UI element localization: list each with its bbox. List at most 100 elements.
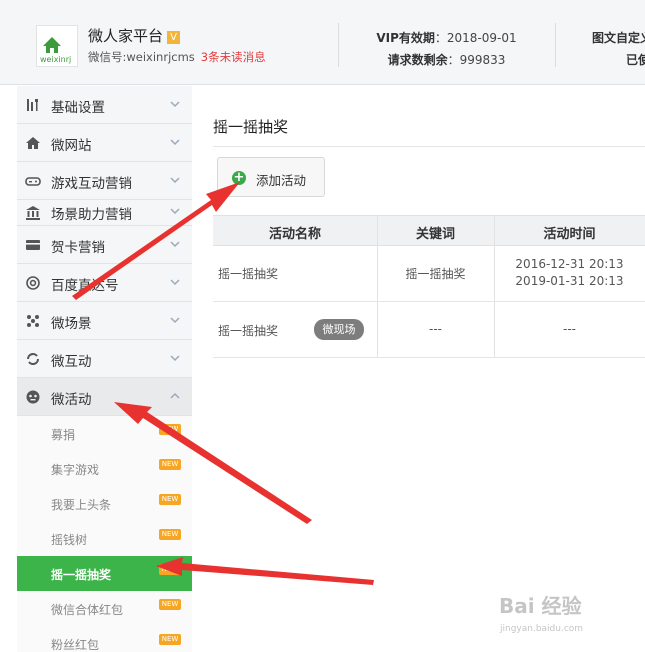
divider xyxy=(213,146,645,147)
watermark: Bai 经验 xyxy=(499,594,582,618)
sidebar-subitem-money-tree[interactable]: 摇钱树 NEW xyxy=(17,521,192,556)
sidebar-item-greeting-card[interactable]: 贺卡营销 xyxy=(17,226,192,264)
header-divider xyxy=(555,23,556,67)
refresh-icon xyxy=(25,351,41,367)
add-activity-label: 添加活动 xyxy=(256,173,307,188)
sidebar-item-label: 微活动 xyxy=(51,392,92,408)
column-header-keyword: 关键词 xyxy=(415,227,455,242)
bank-icon xyxy=(25,205,41,221)
gamepad-icon xyxy=(25,173,41,189)
at-icon xyxy=(25,275,41,291)
requests-remaining-label: 请求数剩余 xyxy=(387,53,448,67)
sidebar-item-baidu-direct[interactable]: 百度直达号 xyxy=(17,264,192,302)
vip-expiry-label: VIP有效期 xyxy=(376,31,435,45)
sidebar-subitem-label: 微信合体红包 xyxy=(51,603,124,617)
new-badge: NEW xyxy=(159,529,181,540)
sidebar-subitem-fan-red-packet[interactable]: 粉丝红包 NEW xyxy=(17,626,192,652)
vip-expiry: VIP有效期：2018-09-01 xyxy=(338,29,555,46)
sidebar-subitem-label: 募捐 xyxy=(51,428,76,442)
table-header: 活动名称 关键词 活动时间 xyxy=(213,215,645,246)
app-window: weixinrj 微人家平台 V 微信号:weixinrjcms 3条未读消息 VI… xyxy=(0,0,645,652)
cell-activity-name: 摇一摇抽奖 xyxy=(218,324,279,338)
table-row[interactable]: 摇一摇抽奖 摇一摇抽奖 2016-12-31 20:13 2019-01-31 … xyxy=(213,246,645,302)
column-header-name: 活动名称 xyxy=(268,227,321,242)
custom-reply-label: 图文自定义 xyxy=(592,31,645,45)
sidebar-item-label: 微互动 xyxy=(51,354,92,370)
sidebar-item-label: 场景助力营销 xyxy=(51,207,132,223)
sidebar-item-micro-scene[interactable]: 微场景 xyxy=(17,302,192,340)
cell-activity-name: 摇一摇抽奖 xyxy=(218,267,279,281)
sidebar-subitem-shake-lottery[interactable]: 摇一摇抽奖 NEW xyxy=(17,556,192,591)
new-badge: NEW xyxy=(159,634,181,645)
custom-reply-used: 已使 xyxy=(626,53,645,67)
requests-remaining: 请求数剩余：999833 xyxy=(338,51,555,68)
sidebar-item-label: 游戏互动营销 xyxy=(51,176,132,192)
sidebar-subitem-label: 我要上头条 xyxy=(51,498,112,512)
main-content: 摇一摇抽奖 + 添加活动 活动名称 关键词 活动时间 摇一摇抽奖 摇一摇抽奖 2… xyxy=(193,86,645,652)
new-badge: NEW xyxy=(159,459,181,470)
chevron-down-icon xyxy=(170,101,180,108)
sidebar-subitem-label: 摇一摇抽奖 xyxy=(51,568,112,582)
chevron-down-icon xyxy=(170,208,180,215)
brand-name-text: 微人家平台 xyxy=(88,27,164,45)
sidebar-item-label: 基础设置 xyxy=(51,100,105,116)
sidebar-item-game-marketing[interactable]: 游戏互动营销 xyxy=(17,162,192,200)
sidebar-subitem-headline[interactable]: 我要上头条 NEW xyxy=(17,486,192,521)
chevron-down-icon xyxy=(170,355,180,362)
chevron-down-icon xyxy=(170,241,180,248)
cell-end-time: 2019-01-31 20:13 xyxy=(515,274,624,288)
vip-expiry-value: ：2018-09-01 xyxy=(434,31,517,45)
watermark-url: jingyan.baidu.com xyxy=(500,624,584,634)
brand-logo[interactable]: weixinrj xyxy=(36,25,78,67)
column-header-time: 活动时间 xyxy=(543,227,596,242)
sidebar-item-micro-site[interactable]: 微网站 xyxy=(17,124,192,162)
requests-remaining-value: ：999833 xyxy=(447,53,506,67)
sidebar-subitem-label: 集字游戏 xyxy=(51,463,100,477)
sidebar-item-label: 微场景 xyxy=(51,316,92,332)
chevron-down-icon xyxy=(170,317,180,324)
chevron-down-icon xyxy=(170,177,180,184)
svg-text:weixinrj: weixinrj xyxy=(40,55,71,64)
chevron-down-icon xyxy=(170,279,180,286)
sidebar-subitem-label: 粉丝红包 xyxy=(51,638,100,652)
account-id: 微信号:weixinrjcms xyxy=(88,50,195,64)
page-title: 摇一摇抽奖 xyxy=(213,118,289,136)
new-badge: NEW xyxy=(159,494,181,505)
card-icon xyxy=(25,237,41,253)
sidebar-subitem-label: 摇钱树 xyxy=(51,533,88,547)
new-badge: NEW xyxy=(159,599,181,610)
sidebar-item-basic-settings[interactable]: 基础设置 xyxy=(17,86,192,124)
sidebar-item-micro-interaction[interactable]: 微互动 xyxy=(17,340,192,378)
sidebar-subitem-word-game[interactable]: 集字游戏 NEW xyxy=(17,451,192,486)
cell-keyword: --- xyxy=(429,322,442,336)
chevron-up-icon xyxy=(170,392,180,399)
unread-messages-link[interactable]: 3条未读消息 xyxy=(201,50,266,64)
cell-keyword: 摇一摇抽奖 xyxy=(405,267,466,281)
tools-icon xyxy=(25,97,41,113)
home-icon xyxy=(25,135,41,151)
table-row[interactable]: 摇一摇抽奖 微现场 --- --- xyxy=(213,302,645,358)
sidebar-item-label: 微网站 xyxy=(51,138,92,154)
vip-icon: V xyxy=(167,31,181,44)
live-scene-tag[interactable]: 微现场 xyxy=(314,319,364,340)
brand-name: 微人家平台 V xyxy=(88,25,181,46)
sidebar-subitem-group-red-packet[interactable]: 微信合体红包 NEW xyxy=(17,591,192,626)
cell-start-time: 2016-12-31 20:13 xyxy=(515,257,624,271)
new-badge: NEW xyxy=(159,564,181,575)
plus-circle-icon: + xyxy=(232,170,246,185)
new-badge: NEW xyxy=(159,424,181,435)
chevron-down-icon xyxy=(170,139,180,146)
sidebar: 基础设置 微网站 游戏互动营销 场景助力营销 贺卡营销 百度直达号 微场景 微互… xyxy=(17,86,192,652)
add-activity-button[interactable]: + 添加活动 xyxy=(217,157,325,197)
house-logo-icon: weixinrj xyxy=(40,37,71,64)
sidebar-item-micro-activity[interactable]: 微活动 xyxy=(17,378,192,416)
top-header: weixinrj 微人家平台 V 微信号:weixinrjcms 3条未读消息 VI… xyxy=(0,0,645,85)
cell-start-time: --- xyxy=(563,322,576,336)
sidebar-item-scene-marketing[interactable]: 场景助力营销 xyxy=(17,200,192,226)
sidebar-item-label: 百度直达号 xyxy=(51,278,119,294)
mask-icon xyxy=(25,389,41,405)
sidebar-item-label: 贺卡营销 xyxy=(51,240,105,256)
sidebar-subitem-donation[interactable]: 募捐 NEW xyxy=(17,416,192,451)
account-info: 微信号:weixinrjcms 3条未读消息 xyxy=(88,49,266,65)
dots-icon xyxy=(25,313,41,329)
